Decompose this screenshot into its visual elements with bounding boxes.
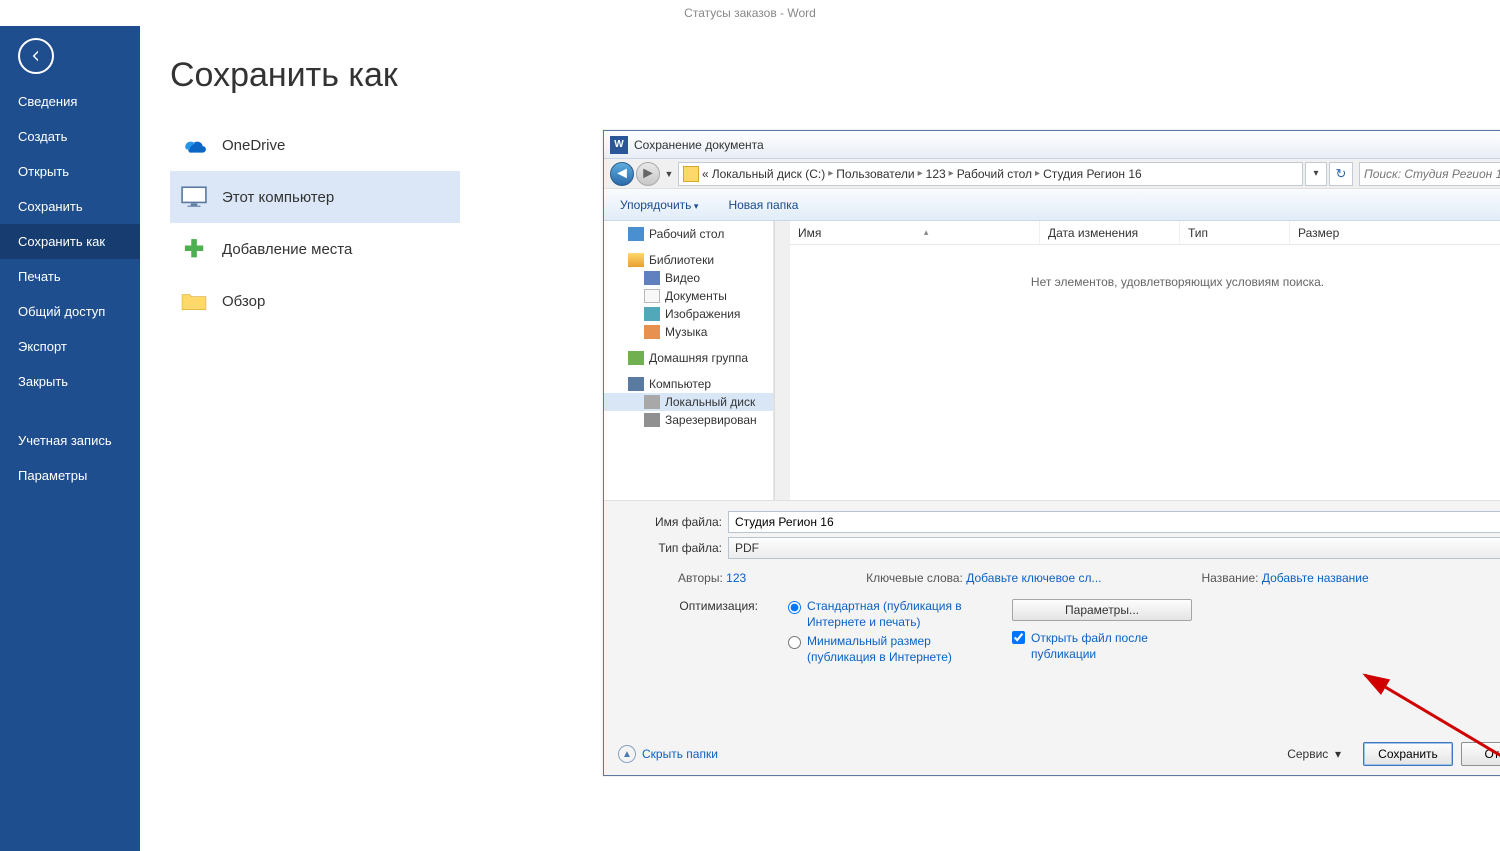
parameters-button[interactable]: Параметры... <box>1012 599 1192 621</box>
app-title: Статусы заказов - Word <box>684 6 816 20</box>
breadcrumb-segment[interactable]: Рабочий стол <box>957 167 1032 181</box>
tree-music[interactable]: Музыка <box>604 323 773 341</box>
onedrive-icon <box>180 131 208 159</box>
sidebar-item-account[interactable]: Учетная запись <box>0 423 140 458</box>
filename-input[interactable] <box>728 511 1500 533</box>
computer-icon <box>180 183 208 211</box>
app-titlebar: Статусы заказов - Word <box>0 0 1500 26</box>
keywords-link[interactable]: Добавьте ключевое сл... <box>966 571 1101 585</box>
file-list: Имя▴ Дата изменения Тип Размер Нет элеме… <box>790 221 1500 500</box>
sidebar-item-open[interactable]: Открыть <box>0 154 140 189</box>
location-label: OneDrive <box>222 137 285 154</box>
search-box[interactable]: 🔍 <box>1359 162 1500 186</box>
sidebar-item-print[interactable]: Печать <box>0 259 140 294</box>
tree-homegroup[interactable]: Домашняя группа <box>604 349 773 367</box>
title-label: Название: <box>1202 571 1259 585</box>
tree-scrollbar[interactable] <box>774 221 790 500</box>
tree-reserved[interactable]: Зарезервирован <box>604 411 773 429</box>
organize-button[interactable]: Упорядочить <box>614 194 704 216</box>
location-add-place[interactable]: ✚ Добавление места <box>170 223 460 275</box>
page-title: Сохранить как <box>170 56 1500 95</box>
save-button[interactable]: Сохранить <box>1363 742 1453 766</box>
opt-standard[interactable]: Стандартная (публикация в Интернете и пе… <box>788 599 978 630</box>
authors-label: Авторы: <box>678 571 723 585</box>
hide-folders-button[interactable]: ▲ Скрыть папки <box>618 745 718 763</box>
search-input[interactable] <box>1364 167 1500 181</box>
col-modified[interactable]: Дата изменения <box>1040 221 1180 244</box>
open-after-checkbox[interactable]: Открыть файл после публикации <box>1012 631 1192 662</box>
folder-tree[interactable]: Рабочий стол Библиотеки Видео Документы … <box>604 221 774 500</box>
location-this-pc[interactable]: Этот компьютер <box>170 171 460 223</box>
dialog-title: Сохранение документа <box>634 138 764 152</box>
save-form: Имя файла: ▾ Тип файла: PDF▾ Авторы: 123… <box>604 501 1500 665</box>
sidebar-item-info[interactable]: Сведения <box>0 84 140 119</box>
location-label: Добавление места <box>222 241 352 258</box>
location-list: OneDrive Этот компьютер ✚ Добавление мес… <box>170 119 460 327</box>
dialog-footer: ▲ Скрыть папки Сервис ▾ Сохранить Отмена <box>604 733 1500 775</box>
word-icon: W <box>610 136 628 154</box>
cancel-button[interactable]: Отмена <box>1461 742 1500 766</box>
tree-images[interactable]: Изображения <box>604 305 773 323</box>
sidebar-item-saveas[interactable]: Сохранить как <box>0 224 140 259</box>
filetype-select[interactable]: PDF▾ <box>728 537 1500 559</box>
breadcrumb-segment[interactable]: Студия Регион 16 <box>1043 167 1142 181</box>
col-type[interactable]: Тип <box>1180 221 1290 244</box>
opt-minimum[interactable]: Минимальный размер (публикация в Интерне… <box>788 634 978 665</box>
tree-local-disk[interactable]: Локальный диск <box>604 393 773 411</box>
sidebar-item-share[interactable]: Общий доступ <box>0 294 140 329</box>
filetype-label: Тип файла: <box>618 541 728 555</box>
folder-icon <box>683 166 699 182</box>
col-size[interactable]: Размер <box>1290 221 1500 244</box>
backstage-sidebar: Сведения Создать Открыть Сохранить Сохра… <box>0 26 140 851</box>
tree-video[interactable]: Видео <box>604 269 773 287</box>
title-link[interactable]: Добавьте название <box>1262 571 1369 585</box>
breadcrumb-segment[interactable]: 123 <box>926 167 946 181</box>
folder-icon <box>180 287 208 315</box>
dialog-titlebar: W Сохранение документа ✕ <box>604 131 1500 159</box>
plus-icon: ✚ <box>180 235 208 263</box>
sidebar-item-new[interactable]: Создать <box>0 119 140 154</box>
authors-value[interactable]: 123 <box>726 571 746 585</box>
nav-forward-button[interactable]: ► <box>636 162 660 186</box>
nav-back-button[interactable]: ◄ <box>610 162 634 186</box>
sidebar-item-export[interactable]: Экспорт <box>0 329 140 364</box>
back-button[interactable] <box>18 38 54 74</box>
col-name[interactable]: Имя▴ <box>790 221 1040 244</box>
save-dialog: W Сохранение документа ✕ ◄ ► ▼ « Локальн… <box>603 130 1500 776</box>
sidebar-item-close[interactable]: Закрыть <box>0 364 140 399</box>
keywords-label: Ключевые слова: <box>866 571 963 585</box>
breadcrumb[interactable]: « Локальный диск (C:)▸ Пользователи▸ 123… <box>678 162 1303 186</box>
tree-desktop[interactable]: Рабочий стол <box>604 225 773 243</box>
breadcrumb-segment[interactable]: Пользователи <box>836 167 914 181</box>
file-list-header[interactable]: Имя▴ Дата изменения Тип Размер <box>790 221 1500 245</box>
breadcrumb-dropdown[interactable]: ▾ <box>1305 162 1327 186</box>
breadcrumb-prefix: « <box>702 167 709 181</box>
backstage-main: Сохранить как OneDrive Этот компьютер ✚ … <box>140 26 1500 851</box>
location-onedrive[interactable]: OneDrive <box>170 119 460 171</box>
optimization-label: Оптимизация: <box>666 599 764 665</box>
tree-documents[interactable]: Документы <box>604 287 773 305</box>
empty-message: Нет элементов, удовлетворяющих условиям … <box>790 245 1500 500</box>
tree-libraries[interactable]: Библиотеки <box>604 251 773 269</box>
breadcrumb-segment[interactable]: Локальный диск (C:) <box>712 167 826 181</box>
new-folder-button[interactable]: Новая папка <box>722 194 804 216</box>
sidebar-item-options[interactable]: Параметры <box>0 458 140 493</box>
refresh-button[interactable]: ↻ <box>1329 162 1353 186</box>
service-dropdown[interactable]: Сервис ▾ <box>1287 747 1341 761</box>
tree-computer[interactable]: Компьютер <box>604 375 773 393</box>
nav-history-button[interactable]: ▼ <box>662 162 676 186</box>
location-label: Этот компьютер <box>222 189 334 206</box>
sidebar-item-save[interactable]: Сохранить <box>0 189 140 224</box>
location-label: Обзор <box>222 293 265 310</box>
chevron-up-icon: ▲ <box>618 745 636 763</box>
dialog-toolbar: Упорядочить Новая папка ☰ ▾ ? <box>604 189 1500 221</box>
location-browse[interactable]: Обзор <box>170 275 460 327</box>
dialog-navbar: ◄ ► ▼ « Локальный диск (C:)▸ Пользовател… <box>604 159 1500 189</box>
filename-label: Имя файла: <box>618 515 728 529</box>
